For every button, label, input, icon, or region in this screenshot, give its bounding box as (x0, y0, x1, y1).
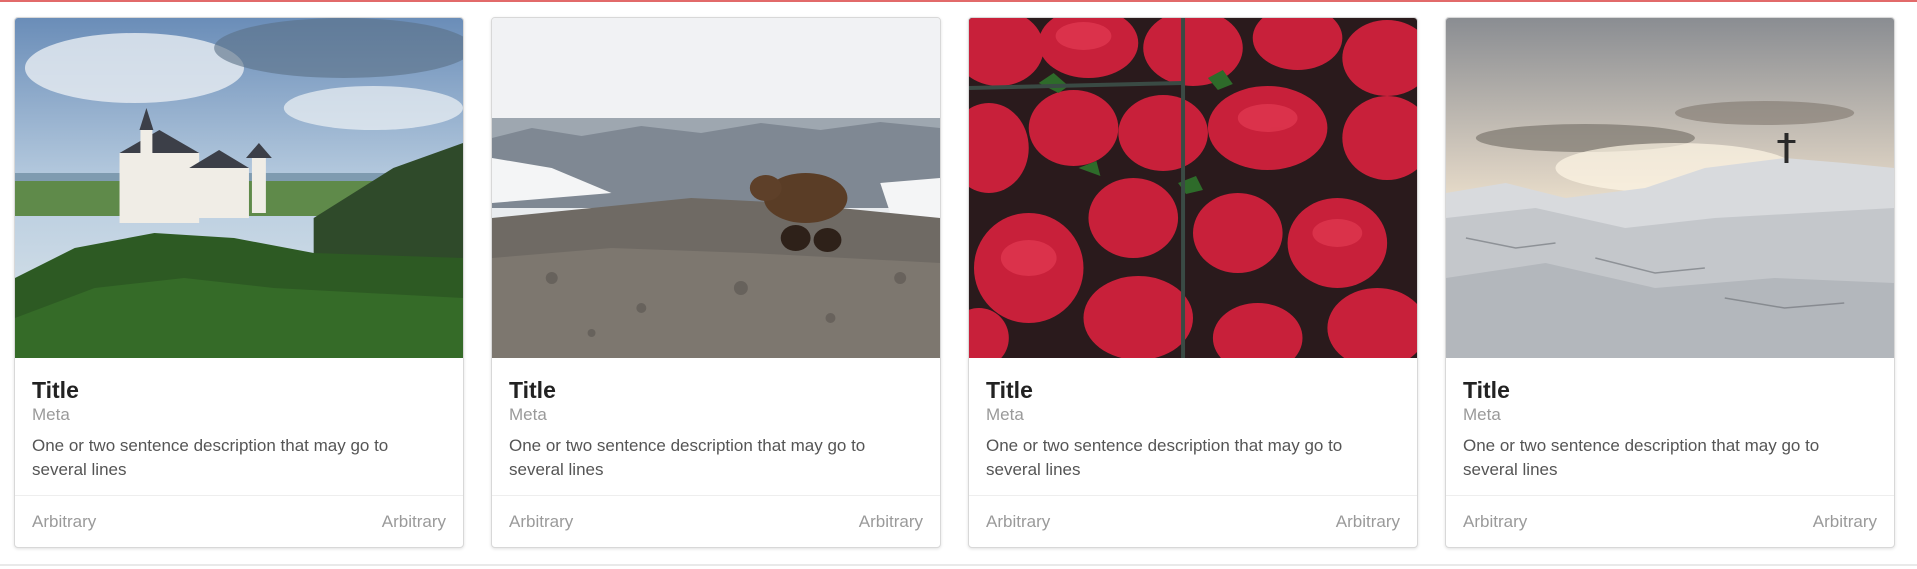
card-extra-right: Arbitrary (1335, 511, 1400, 531)
card-meta: Meta (32, 405, 70, 424)
card-extra-right: Arbitrary (1812, 511, 1877, 531)
card[interactable]: Title Meta One or two sentence descripti… (14, 17, 464, 548)
card-extra-left: Arbitrary (32, 511, 97, 531)
card-meta: Meta (986, 405, 1024, 424)
card-content: Title Meta One or two sentence descripti… (1446, 358, 1894, 514)
card-extra-content: Arbitrary Arbitrary (969, 495, 1417, 547)
card[interactable]: Title Meta One or two sentence descripti… (1445, 17, 1895, 548)
card-content: Title Meta One or two sentence descripti… (492, 358, 940, 514)
strawberries-photo (969, 18, 1417, 358)
card-description: One or two sentence description that may… (509, 436, 866, 479)
card-extra-right: Arbitrary (858, 511, 923, 531)
card-extra-content: Arbitrary Arbitrary (15, 495, 463, 547)
castle-photo (15, 18, 463, 358)
card-description: One or two sentence description that may… (986, 436, 1343, 479)
card-content: Title Meta One or two sentence descripti… (969, 358, 1417, 514)
card-extra-left: Arbitrary (509, 511, 574, 531)
card-image[interactable] (1446, 18, 1894, 358)
card[interactable]: Title Meta One or two sentence descripti… (491, 17, 941, 548)
card-title[interactable]: Title (509, 376, 923, 404)
mountain-cross-photo (1446, 18, 1894, 358)
card-extra-left: Arbitrary (986, 511, 1051, 531)
card-title[interactable]: Title (1463, 376, 1877, 404)
card-extra-left: Arbitrary (1463, 511, 1528, 531)
card-meta: Meta (509, 405, 547, 424)
card-image[interactable] (492, 18, 940, 358)
card-image[interactable] (15, 18, 463, 358)
card-image[interactable] (969, 18, 1417, 358)
card[interactable]: Title Meta One or two sentence descripti… (968, 17, 1418, 548)
card-extra-right: Arbitrary (381, 511, 446, 531)
card-extra-content: Arbitrary Arbitrary (492, 495, 940, 547)
card-title[interactable]: Title (32, 376, 446, 404)
card-extra-content: Arbitrary Arbitrary (1446, 495, 1894, 547)
top-accent-line (0, 0, 1917, 2)
card-meta: Meta (1463, 405, 1501, 424)
card-title[interactable]: Title (986, 376, 1400, 404)
card-content: Title Meta One or two sentence descripti… (15, 358, 463, 514)
card-description: One or two sentence description that may… (1463, 436, 1820, 479)
bear-photo (492, 18, 940, 358)
bottom-divider (0, 564, 1917, 566)
card-grid: Title Meta One or two sentence descripti… (14, 17, 1904, 550)
card-description: One or two sentence description that may… (32, 436, 389, 479)
